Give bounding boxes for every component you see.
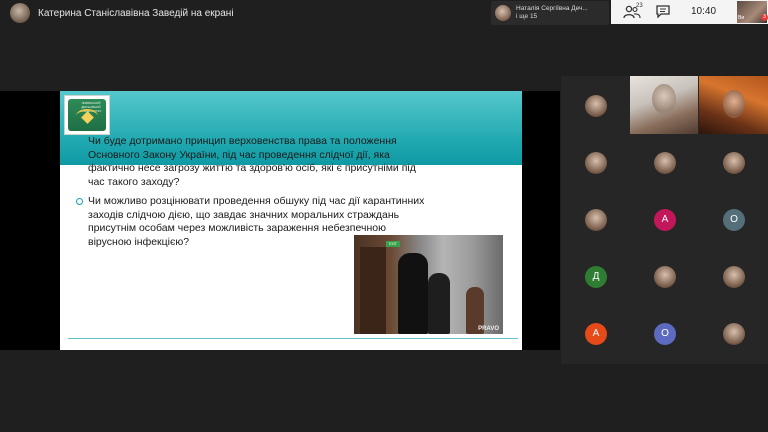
clock: 10:40 xyxy=(691,6,717,17)
question-1-line: Чи буде дотримано принцип верховенства п… xyxy=(88,135,397,147)
photo-watermark: PRAVO xyxy=(478,326,499,332)
participant-photo-avatar[interactable] xyxy=(585,209,607,231)
notification-badge: 3 xyxy=(761,14,768,21)
participant-video-tile[interactable] xyxy=(699,76,768,134)
join-notification[interactable]: Наталія Сергіївна Деч... і ще 15 xyxy=(491,1,609,25)
self-label: Ви xyxy=(738,15,745,21)
top-bar: Катерина Станіславівна Заведій на екрані… xyxy=(0,0,768,26)
participant-initial-avatar[interactable]: Д xyxy=(585,266,607,288)
shared-screen: ЛЬВІВСЬКИЙ ДЕРЖАВНИЙ УНІВЕРСИТЕТ Чи буде… xyxy=(0,91,560,350)
slide-photo: EXIT PRAVO xyxy=(354,235,503,334)
university-logo: ЛЬВІВСЬКИЙ ДЕРЖАВНИЙ УНІВЕРСИТЕТ xyxy=(64,95,110,135)
photo-figure xyxy=(428,273,450,334)
question-1-line: фактично несе загрозу життю та здоров'ю … xyxy=(88,162,416,174)
participant-photo-avatar[interactable] xyxy=(585,152,607,174)
notification-line-2: і ще 15 xyxy=(516,13,538,20)
participant-initial-avatar[interactable]: О xyxy=(723,209,745,231)
participant-initial-avatar[interactable]: О xyxy=(654,323,676,345)
participant-photo-avatar[interactable] xyxy=(654,266,676,288)
participant-photo-avatar[interactable] xyxy=(654,152,676,174)
notification-avatar xyxy=(495,5,511,21)
presenter-label: Катерина Станіславівна Заведій на екрані xyxy=(38,7,234,19)
call-controls: 23 10:40 Ви 3 xyxy=(611,0,768,24)
participant-photo-avatar[interactable] xyxy=(723,266,745,288)
question-2-line: присутнім особам через можливість зараже… xyxy=(88,222,386,234)
question-1-line: час такого заходу? xyxy=(88,175,180,188)
participant-video-tile[interactable] xyxy=(630,76,698,134)
photo-door xyxy=(360,247,386,334)
participant-photo-avatar[interactable] xyxy=(723,152,745,174)
notification-line-1: Наталія Сергіївна Деч... xyxy=(516,4,588,12)
logo-emblem: ЛЬВІВСЬКИЙ ДЕРЖАВНИЙ УНІВЕРСИТЕТ xyxy=(68,99,106,131)
photo-figure xyxy=(398,253,428,334)
participant-photo-avatar[interactable] xyxy=(723,323,745,345)
participant-initial-avatar[interactable]: А xyxy=(654,209,676,231)
presenter-info: Катерина Станіславівна Заведій на екрані xyxy=(10,3,234,23)
participant-face xyxy=(723,90,745,118)
bullet-icon xyxy=(76,198,83,205)
participant-face xyxy=(652,84,676,114)
notification-text: Наталія Сергіївна Деч... і ще 15 xyxy=(516,5,588,22)
participants-count: 23 xyxy=(636,3,643,9)
participants-grid: А О Д А О xyxy=(561,76,768,364)
question-1-line: Основного Закону України, під час провед… xyxy=(88,148,390,161)
question-1: Чи буде дотримано принцип верховенства п… xyxy=(88,135,468,189)
presenter-avatar xyxy=(10,3,30,23)
question-2-line: заходів слідчою дією, що завдає значних … xyxy=(88,208,400,221)
question-2-line: Чи можливо розцінювати проведення обшуку… xyxy=(88,195,425,207)
participant-photo-avatar[interactable] xyxy=(585,95,607,117)
participant-initial-avatar[interactable]: А xyxy=(585,323,607,345)
photo-exit-sign: EXIT xyxy=(386,241,400,247)
chat-icon[interactable] xyxy=(656,5,670,18)
slide-footer-line xyxy=(68,338,518,339)
presentation-slide: ЛЬВІВСЬКИЙ ДЕРЖАВНИЙ УНІВЕРСИТЕТ Чи буде… xyxy=(60,91,522,350)
